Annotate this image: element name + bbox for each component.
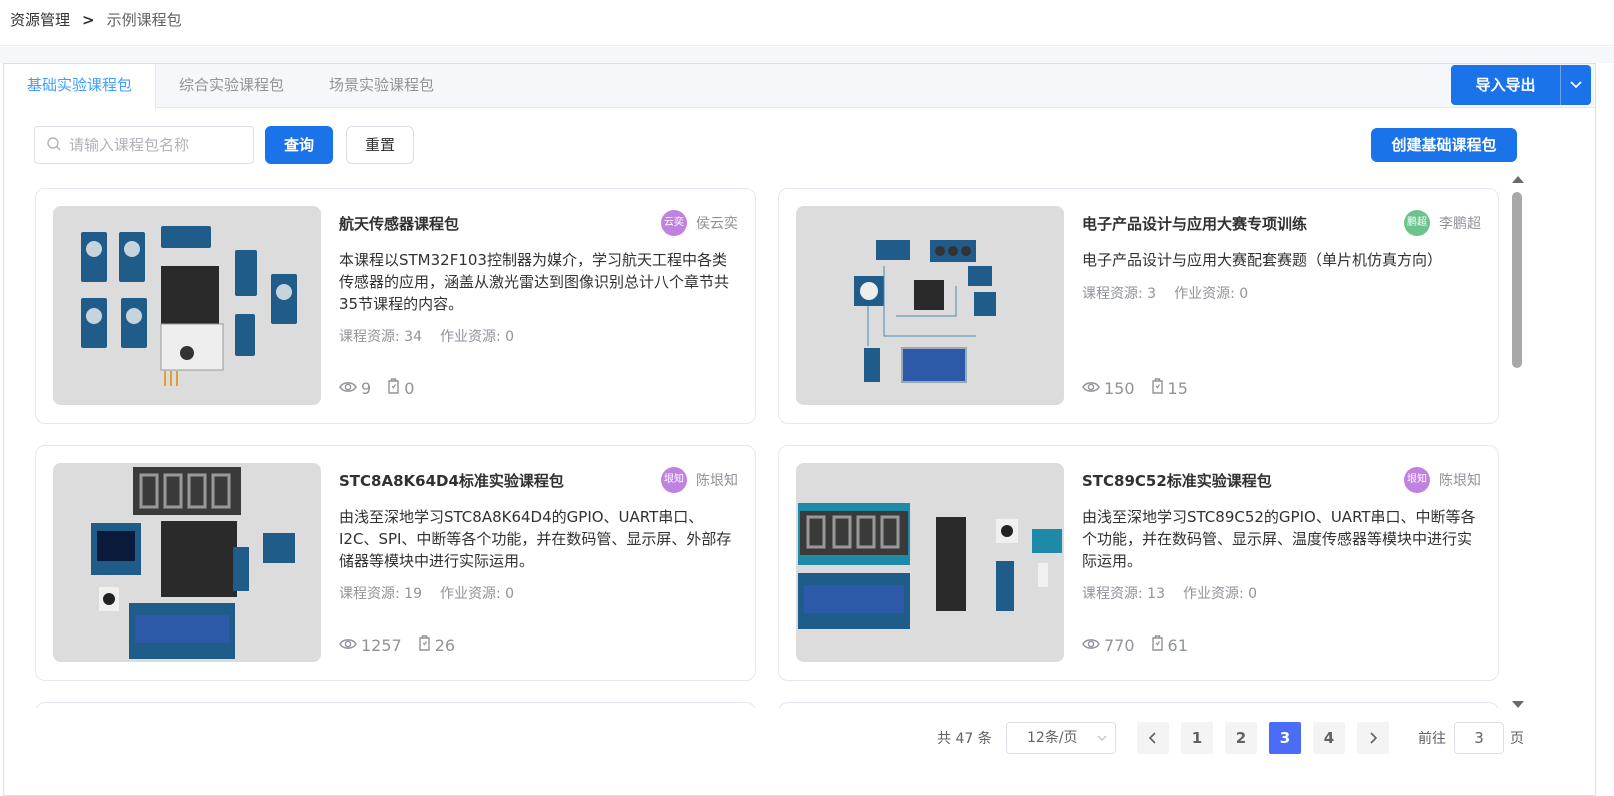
prev-page-button[interactable] [1137,722,1169,754]
favorite-count: 15 [1167,378,1188,398]
avatar: 垠知 [1404,467,1430,493]
page-size-select[interactable]: 12条/页 [1006,722,1116,754]
course-thumbnail[interactable] [796,206,1064,405]
author-name: 李鹏超 [1439,216,1481,232]
course-card[interactable]: 航天传感器课程包 云奕 侯云奕 本课程以STM32F103控制器为媒介，学习航天… [35,188,756,424]
course-title[interactable]: STC8A8K64D4标准实验课程包 [339,470,564,491]
pagination: 共 47 条 12条/页 1 2 3 4 前往 3 页 [4,708,1595,768]
query-button[interactable]: 查询 [265,126,333,164]
eye-icon [339,636,361,655]
bookmark-icon [418,635,435,655]
page-size-value[interactable]: 12条/页 [1027,730,1078,746]
course-card[interactable]: STC8A8K64D4标准实验课程包 垠知 陈垠知 由浅至深地学习STC8A8K… [35,445,756,681]
scrollbar-thumb[interactable] [1512,192,1522,368]
resource-counts: 课程资源: 13 作业资源: 0 [1082,583,1257,603]
author-name: 陈垠知 [696,473,738,489]
author-name: 陈垠知 [1439,473,1481,489]
course-resource-count: 课程资源: 13 [1082,586,1165,602]
goto-label: 前往 [1418,731,1446,747]
top-bar: 资源管理 > 示例课程包 [0,0,1614,46]
import-export-button[interactable]: 导入导出 [1451,65,1591,105]
card-stats: 1257 26 [339,635,471,655]
breadcrumb: 资源管理 > 示例课程包 [10,9,182,30]
goto-suffix: 页 [1510,731,1524,747]
course-thumbnail[interactable] [796,463,1064,662]
view-count: 1257 [361,635,402,655]
course-title[interactable]: 航天传感器课程包 [339,213,459,234]
resource-counts: 课程资源: 3 作业资源: 0 [1082,283,1248,303]
create-course-package-button[interactable]: 创建基础课程包 [1371,128,1517,162]
course-title[interactable]: 电子产品设计与应用大赛专项训练 [1082,213,1307,234]
course-card[interactable]: STC89C52标准实验课程包 垠知 陈垠知 由浅至深地学习STC89C52的G… [778,445,1499,681]
bookmark-icon [1151,635,1168,655]
scroll-up-icon[interactable] [1512,176,1524,183]
homework-resource-count: 作业资源: 0 [1182,586,1258,602]
course-thumbnail[interactable] [53,463,321,662]
course-resource-count: 课程资源: 19 [339,586,422,602]
author: 垠知 陈垠知 [661,467,738,493]
favorite-count: 61 [1167,635,1188,655]
import-export-label[interactable]: 导入导出 [1451,65,1561,105]
avatar: 鹏超 [1404,210,1430,236]
author: 云奕 侯云奕 [661,210,738,236]
resource-counts: 课程资源: 19 作业资源: 0 [339,583,514,603]
tab-basic[interactable]: 基础实验课程包 [4,64,156,109]
eye-icon [339,379,361,398]
homework-resource-count: 作业资源: 0 [1174,286,1249,302]
favorite-count: 0 [404,378,415,398]
chevron-down-icon[interactable] [1097,723,1107,764]
card-stats: 770 61 [1082,635,1204,655]
tab-comprehensive[interactable]: 综合实验课程包 [164,64,299,108]
card-stats: 150 15 [1082,378,1204,398]
course-card[interactable]: 电子产品设计与应用大赛专项训练 鹏超 李鹏超 电子产品设计与应用大赛配套赛题（单… [778,188,1499,424]
chevron-down-icon[interactable] [1561,65,1591,105]
view-count: 150 [1104,378,1135,398]
course-thumbnail[interactable] [53,206,321,405]
course-resource-count: 课程资源: 34 [339,329,422,345]
goto-page-input[interactable]: 3 [1454,722,1504,754]
search-input[interactable] [69,136,239,154]
favorite-count: 26 [434,635,456,655]
author: 鹏超 李鹏超 [1404,210,1481,236]
bookmark-icon [387,378,404,398]
page-gap [0,47,1614,63]
homework-resource-count: 作业资源: 0 [439,586,515,602]
course-description: 由浅至深地学习STC8A8K64D4的GPIO、UART串口、I2C、SPI、中… [339,508,732,570]
breadcrumb-root[interactable]: 资源管理 [10,9,70,30]
eye-icon [1082,379,1104,398]
page-2-button[interactable]: 2 [1225,722,1257,754]
course-resource-count: 课程资源: 3 [1082,286,1157,302]
search-icon [47,136,61,155]
avatar: 云奕 [661,210,687,236]
course-title[interactable]: STC89C52标准实验课程包 [1082,470,1272,491]
course-description: 电子产品设计与应用大赛配套赛题（单片机仿真方向） [1082,251,1443,269]
view-count: 9 [361,378,372,398]
tab-scenario[interactable]: 场景实验课程包 [314,64,449,108]
breadcrumb-separator: > [82,10,95,29]
resource-counts: 课程资源: 34 作业资源: 0 [339,326,514,346]
bookmark-icon [1151,378,1168,398]
card-stats: 9 0 [339,378,430,398]
eye-icon [1082,636,1104,655]
view-count: 770 [1104,635,1135,655]
avatar: 垠知 [661,467,687,493]
search-box[interactable] [34,126,254,164]
scrollbar[interactable] [1509,174,1525,708]
author: 垠知 陈垠知 [1404,467,1481,493]
scroll-down-icon[interactable] [1512,701,1524,708]
course-description: 本课程以STM32F103控制器为媒介，学习航天工程中各类传感器的应用，涵盖从激… [339,251,730,313]
course-description: 由浅至深地学习STC89C52的GPIO、UART串口、中断等各个功能，并在数码… [1082,508,1476,570]
page-3-button[interactable]: 3 [1269,722,1301,754]
author-name: 侯云奕 [696,216,738,232]
next-page-button[interactable] [1357,722,1389,754]
reset-button[interactable]: 重置 [346,126,414,164]
homework-resource-count: 作业资源: 0 [439,329,515,345]
tab-bar: 基础实验课程包 综合实验课程包 场景实验课程包 导入导出 [4,64,1595,109]
page-1-button[interactable]: 1 [1181,722,1213,754]
page-4-button[interactable]: 4 [1313,722,1345,754]
content-panel: 基础实验课程包 综合实验课程包 场景实验课程包 导入导出 查询 重置 创建基础课… [3,63,1596,796]
breadcrumb-current: 示例课程包 [106,11,182,29]
total-count: 共 47 条 [937,731,992,747]
